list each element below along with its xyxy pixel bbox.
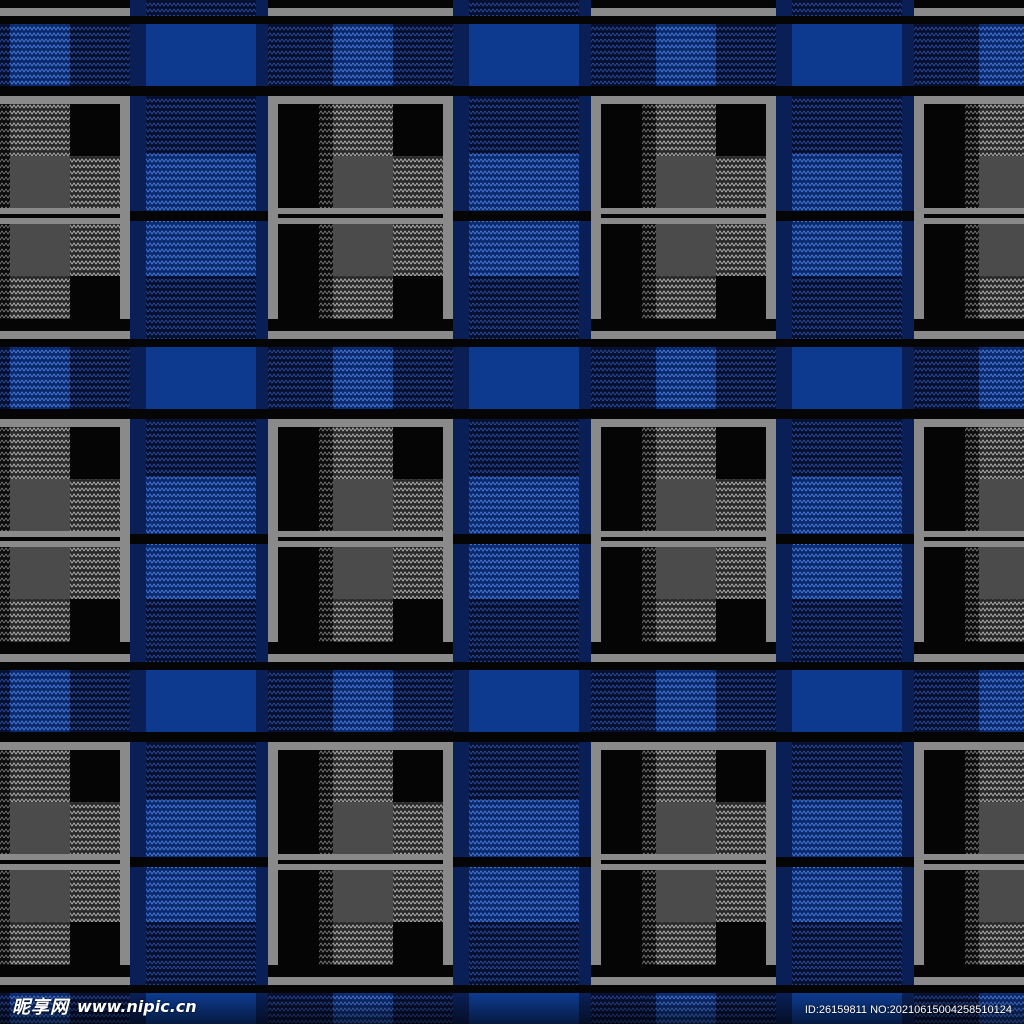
watermark-url: www.nipic.cn [77, 996, 197, 1016]
watermark-logo: 昵享网 www.nipic.cn [12, 993, 197, 1019]
plaid-fill [0, 0, 1024, 1024]
plaid-fabric-image: 昵享网 www.nipic.cn ID:26159811 NO:20210615… [0, 0, 1024, 1024]
watermark-id: ID:26159811 NO:20210615004258510124 [804, 1004, 1012, 1016]
plaid-pattern [0, 0, 1024, 1024]
watermark-logo-text: 昵享网 [12, 997, 69, 1018]
